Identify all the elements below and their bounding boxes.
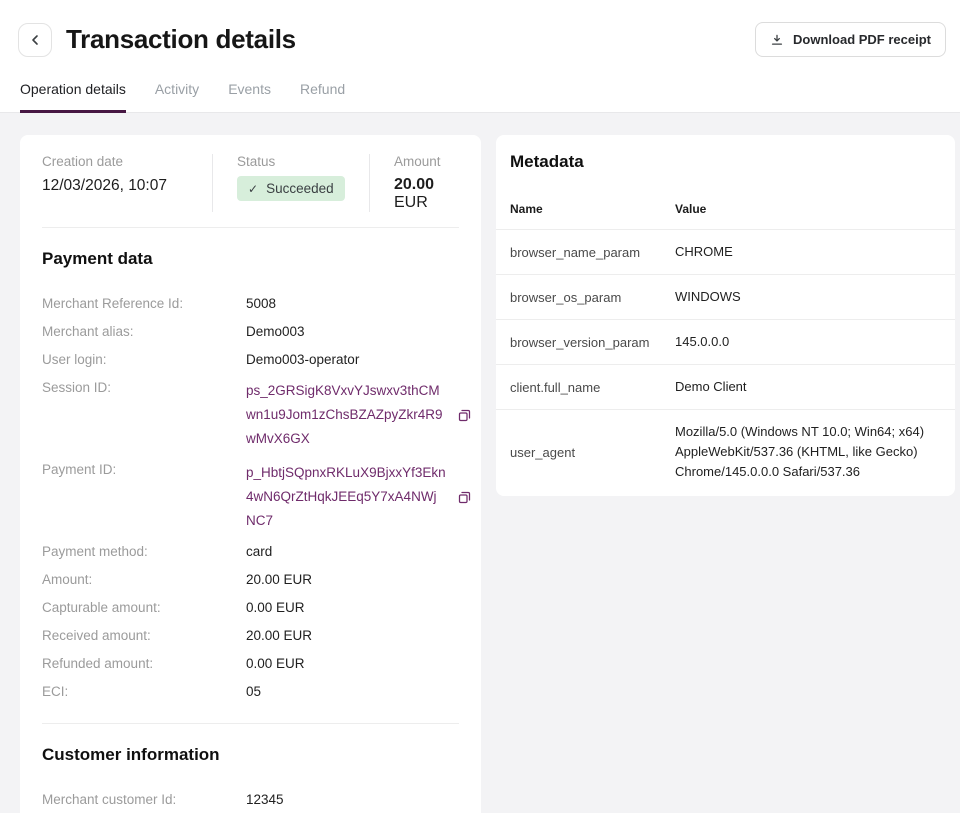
operation-details-card: Creation date 12/03/2026, 10:07 Status ✓…: [20, 135, 481, 813]
tab-bar: Operation details Activity Events Refund: [0, 81, 960, 113]
field-label: Merchant alias:: [42, 323, 246, 341]
field-value: 05: [246, 683, 261, 701]
tab-events[interactable]: Events: [228, 81, 271, 113]
checkmark-icon: ✓: [248, 182, 258, 196]
field-row-capturable-amount: Capturable amount: 0.00 EUR: [42, 599, 459, 617]
metadata-name: browser_name_param: [510, 245, 675, 260]
field-row-received-amount: Received amount: 20.00 EUR: [42, 627, 459, 645]
session-id-link[interactable]: ps_2GRSigK8VxvYJswxv3thCMwn1u9Jom1zChsBZ…: [246, 379, 446, 451]
metadata-name: client.full_name: [510, 380, 675, 395]
field-row-merchant-alias: Merchant alias: Demo003: [42, 323, 459, 341]
payment-id-link[interactable]: p_HbtjSQpnxRKLuX9BjxxYf3Ekn4wN6QrZtHqkJE…: [246, 461, 446, 533]
status-badge: ✓ Succeeded: [237, 176, 345, 201]
metadata-card: Metadata Name Value browser_name_param C…: [496, 135, 955, 496]
field-row-amount: Amount: 20.00 EUR: [42, 571, 459, 589]
field-value: Demo003-operator: [246, 351, 359, 369]
amount-block: Amount 20.00 EUR: [370, 154, 461, 212]
field-row-payment-id: Payment ID: p_HbtjSQpnxRKLuX9BjxxYf3Ekn4…: [42, 461, 459, 533]
metadata-value: Demo Client: [675, 377, 747, 397]
table-row: browser_os_param WINDOWS: [496, 274, 955, 319]
metadata-value: WINDOWS: [675, 287, 741, 307]
field-row-merchant-reference-id: Merchant Reference Id: 5008: [42, 295, 459, 313]
field-label: Received amount:: [42, 627, 246, 645]
field-label: ECI:: [42, 683, 246, 701]
creation-date-block: Creation date 12/03/2026, 10:07: [42, 154, 213, 212]
field-value: 0.00 EUR: [246, 599, 305, 617]
main-content: Creation date 12/03/2026, 10:07 Status ✓…: [0, 113, 960, 813]
amount-number: 20.00: [394, 176, 434, 193]
table-row: browser_name_param CHROME: [496, 229, 955, 274]
metadata-name: user_agent: [510, 445, 675, 460]
field-label: Payment method:: [42, 543, 246, 561]
status-value: Succeeded: [266, 181, 334, 196]
table-row: browser_version_param 145.0.0.0: [496, 319, 955, 364]
download-icon: [770, 33, 784, 47]
creation-date-label: Creation date: [42, 154, 192, 169]
table-row: user_agent Mozilla/5.0 (Windows NT 10.0;…: [496, 409, 955, 494]
column-header-value: Value: [675, 202, 706, 216]
field-row-payment-method: Payment method: card: [42, 543, 459, 561]
field-row-eci: ECI: 05: [42, 683, 459, 701]
copy-icon[interactable]: [457, 490, 472, 505]
tab-refund[interactable]: Refund: [300, 81, 345, 113]
column-header-name: Name: [510, 202, 675, 216]
field-label: Amount:: [42, 571, 246, 589]
field-label: Capturable amount:: [42, 599, 246, 617]
metadata-heading: Metadata: [496, 135, 955, 172]
field-label: Session ID:: [42, 379, 246, 397]
customer-information-heading: Customer information: [42, 745, 459, 765]
field-label: User login:: [42, 351, 246, 369]
metadata-name: browser_version_param: [510, 335, 675, 350]
download-button-label: Download PDF receipt: [793, 32, 931, 47]
metadata-value: CHROME: [675, 242, 733, 262]
divider: [42, 723, 459, 724]
amount-value: 20.00 EUR: [394, 176, 441, 212]
field-label: Payment ID:: [42, 461, 246, 479]
field-value: 0.00 EUR: [246, 655, 305, 673]
field-value: 20.00 EUR: [246, 571, 312, 589]
creation-date-value: 12/03/2026, 10:07: [42, 177, 192, 195]
amount-label: Amount: [394, 154, 441, 169]
tab-activity[interactable]: Activity: [155, 81, 199, 113]
tab-operation-details[interactable]: Operation details: [20, 81, 126, 113]
metadata-table-header: Name Value: [496, 172, 955, 229]
field-value: 20.00 EUR: [246, 627, 312, 645]
metadata-name: browser_os_param: [510, 290, 675, 305]
chevron-left-icon: [27, 32, 43, 48]
field-label: Refunded amount:: [42, 655, 246, 673]
field-label: Merchant customer Id:: [42, 791, 246, 809]
back-button[interactable]: [18, 23, 52, 57]
field-row-merchant-customer-id: Merchant customer Id: 12345: [42, 791, 459, 809]
metadata-value: 145.0.0.0: [675, 332, 729, 352]
page-header: Transaction details Download PDF receipt…: [0, 0, 960, 113]
field-row-user-login: User login: Demo003-operator: [42, 351, 459, 369]
field-value: card: [246, 543, 272, 561]
status-label: Status: [237, 154, 349, 169]
summary-row: Creation date 12/03/2026, 10:07 Status ✓…: [42, 154, 459, 212]
page-title: Transaction details: [66, 24, 296, 55]
payment-data-heading: Payment data: [42, 249, 459, 269]
table-row: client.full_name Demo Client: [496, 364, 955, 409]
field-label: Merchant Reference Id:: [42, 295, 246, 313]
field-value: 12345: [246, 791, 284, 809]
status-block: Status ✓ Succeeded: [213, 154, 370, 212]
metadata-value: Mozilla/5.0 (Windows NT 10.0; Win64; x64…: [675, 422, 931, 482]
amount-currency: EUR: [394, 194, 428, 211]
field-row-refunded-amount: Refunded amount: 0.00 EUR: [42, 655, 459, 673]
field-value: 5008: [246, 295, 276, 313]
copy-icon[interactable]: [457, 408, 472, 423]
divider: [42, 227, 459, 228]
field-value: Demo003: [246, 323, 305, 341]
download-pdf-receipt-button[interactable]: Download PDF receipt: [755, 22, 946, 57]
field-row-session-id: Session ID: ps_2GRSigK8VxvYJswxv3thCMwn1…: [42, 379, 459, 451]
